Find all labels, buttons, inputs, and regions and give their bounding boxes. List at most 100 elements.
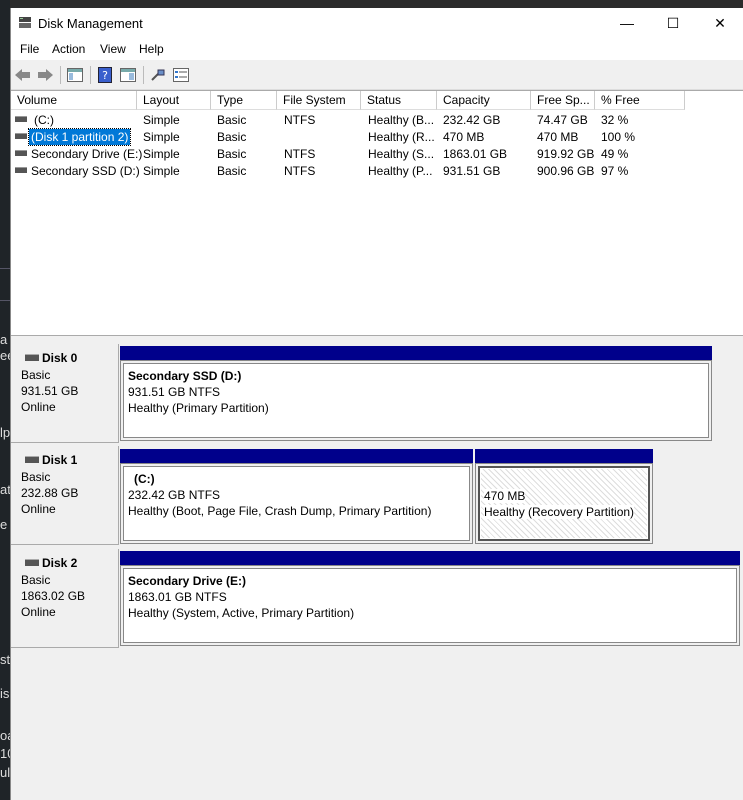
column-header-type[interactable]: Type [211, 91, 277, 110]
partition-status: Healthy (System, Active, Primary Partiti… [128, 606, 355, 620]
volume-status: Healthy (R... [368, 130, 435, 144]
menu-action[interactable]: Action [52, 42, 85, 56]
toolbar-separator [90, 66, 91, 84]
disk-icon [25, 456, 39, 463]
background-divider [0, 268, 10, 269]
volume-name: Secondary SSD (D:) [31, 164, 140, 178]
volume-free-space: 74.47 GB [537, 113, 588, 127]
drive-icon [15, 133, 27, 139]
disk-0-label[interactable]: Disk 0 Basic 931.51 GB Online [11, 344, 119, 443]
volume-type: Basic [217, 113, 247, 127]
disk-2-label[interactable]: Disk 2 Basic 1863.02 GB Online [11, 549, 119, 648]
disk-management-app-icon [19, 17, 31, 28]
partition-title: (C:) [134, 472, 155, 486]
disk-size: 1863.02 GB [21, 589, 86, 603]
column-header-file-system[interactable]: File System [277, 91, 361, 110]
volume-row[interactable]: Secondary Drive (E:) Simple Basic NTFS H… [11, 145, 743, 162]
partition-bar [120, 346, 712, 360]
help-button[interactable]: ? [95, 66, 115, 84]
background-divider [0, 300, 10, 301]
toolbar-separator [60, 66, 61, 84]
column-header-status[interactable]: Status [361, 91, 437, 110]
window-title: Disk Management [38, 16, 143, 31]
volume-type: Basic [217, 164, 247, 178]
column-header-free-space[interactable]: Free Sp... [531, 91, 595, 110]
partition-size: 470 MB [484, 489, 526, 503]
menu-file[interactable]: File [20, 42, 39, 56]
disk-graphical-view: Disk 0 Basic 931.51 GB Online Secondary … [11, 338, 743, 800]
background-text: a [0, 332, 8, 347]
volume-capacity: 470 MB [443, 130, 485, 144]
background-text: ee [0, 348, 10, 363]
volume-capacity: 1863.01 GB [443, 147, 508, 161]
forward-button[interactable] [35, 66, 55, 84]
volume-layout: Simple [143, 147, 180, 161]
volume-list[interactable]: Volume Layout Type File System Status Ca… [11, 90, 743, 336]
column-header-layout[interactable]: Layout [137, 91, 211, 110]
title-bar[interactable]: Disk Management — ☐ ✕ [11, 8, 743, 38]
back-button[interactable] [13, 66, 33, 84]
disk-name: Disk 1 [42, 453, 78, 467]
disk-1-label[interactable]: Disk 1 Basic 232.88 GB Online [11, 446, 119, 545]
properties-button[interactable] [118, 66, 138, 84]
menu-bar: File Action View Help [11, 38, 743, 60]
close-button[interactable]: ✕ [697, 8, 743, 38]
volume-name: (C:) [34, 113, 54, 127]
drive-icon [15, 116, 27, 122]
partition-recovery[interactable]: 470 MB Healthy (Recovery Partition) [475, 449, 653, 544]
partition-size: 1863.01 GB NTFS [128, 590, 227, 604]
column-header-volume[interactable]: Volume [11, 91, 137, 110]
partition-bar [120, 449, 473, 463]
disk-icon [25, 354, 39, 361]
volume-type: Basic [217, 130, 247, 144]
partition-body: (C:) 232.42 GB NTFS Healthy (Boot, Page … [123, 466, 470, 541]
back-arrow-icon [15, 69, 30, 81]
volume-file-system: NTFS [284, 113, 316, 127]
partition-body-selected: 470 MB Healthy (Recovery Partition) [478, 466, 650, 541]
partition-status: Healthy (Recovery Partition) [484, 505, 635, 519]
background-text: ul [0, 765, 10, 780]
column-header-capacity[interactable]: Capacity [437, 91, 531, 110]
column-header-percent-free[interactable]: % Free [595, 91, 685, 110]
volume-name: Secondary Drive (E:) [31, 147, 143, 161]
partition-title: Secondary SSD (D:) [128, 369, 242, 383]
disk-icon [25, 559, 39, 566]
menu-view[interactable]: View [100, 42, 126, 56]
volume-layout: Simple [143, 164, 180, 178]
help-book-icon: ? [98, 67, 112, 83]
volume-percent-free: 49 % [601, 147, 629, 161]
disk-name: Disk 2 [42, 556, 78, 570]
disk-state: Online [21, 400, 56, 414]
volume-capacity: 931.51 GB [443, 164, 501, 178]
partition-c-drive[interactable]: (C:) 232.42 GB NTFS Healthy (Boot, Page … [120, 449, 473, 544]
background-text: st [0, 652, 10, 667]
volume-row[interactable]: Secondary SSD (D:) Simple Basic NTFS Hea… [11, 162, 743, 179]
svg-text:?: ? [102, 69, 108, 82]
partition-secondary-ssd[interactable]: Secondary SSD (D:) 931.51 GB NTFS Health… [120, 346, 712, 441]
menu-help[interactable]: Help [139, 42, 164, 56]
disk-management-window: Disk Management — ☐ ✕ File Action View H… [10, 8, 743, 800]
volume-file-system: NTFS [284, 164, 316, 178]
partition-secondary-drive[interactable]: Secondary Drive (E:) 1863.01 GB NTFS Hea… [120, 551, 740, 646]
volume-row[interactable]: (Disk 1 partition 2) Simple Basic Health… [11, 128, 743, 146]
minimize-button[interactable]: — [604, 8, 650, 38]
partition-size: 232.42 GB NTFS [128, 488, 221, 502]
background-text: e [0, 517, 8, 532]
connect-icon [151, 69, 165, 81]
partition-title: Secondary Drive (E:) [128, 574, 247, 588]
volume-capacity: 232.42 GB [443, 113, 501, 127]
partition-bar [475, 449, 653, 463]
volume-row[interactable]: (C:) Simple Basic NTFS Healthy (B... 232… [11, 111, 743, 128]
toolbar-separator [143, 66, 144, 84]
connect-button[interactable] [148, 66, 168, 84]
disk-state: Online [21, 502, 56, 516]
partition-body: Secondary Drive (E:) 1863.01 GB NTFS Hea… [123, 568, 737, 643]
settings-button[interactable] [171, 66, 191, 84]
show-hide-console-tree-button[interactable] [65, 66, 85, 84]
partition-status: Healthy (Primary Partition) [128, 401, 269, 415]
background-window-edge: a ee lp at e st is oa 10 ul [0, 0, 10, 800]
disk-type: Basic [21, 368, 51, 382]
maximize-button[interactable]: ☐ [650, 8, 696, 38]
background-text: is [0, 686, 10, 701]
volume-status: Healthy (P... [368, 164, 433, 178]
